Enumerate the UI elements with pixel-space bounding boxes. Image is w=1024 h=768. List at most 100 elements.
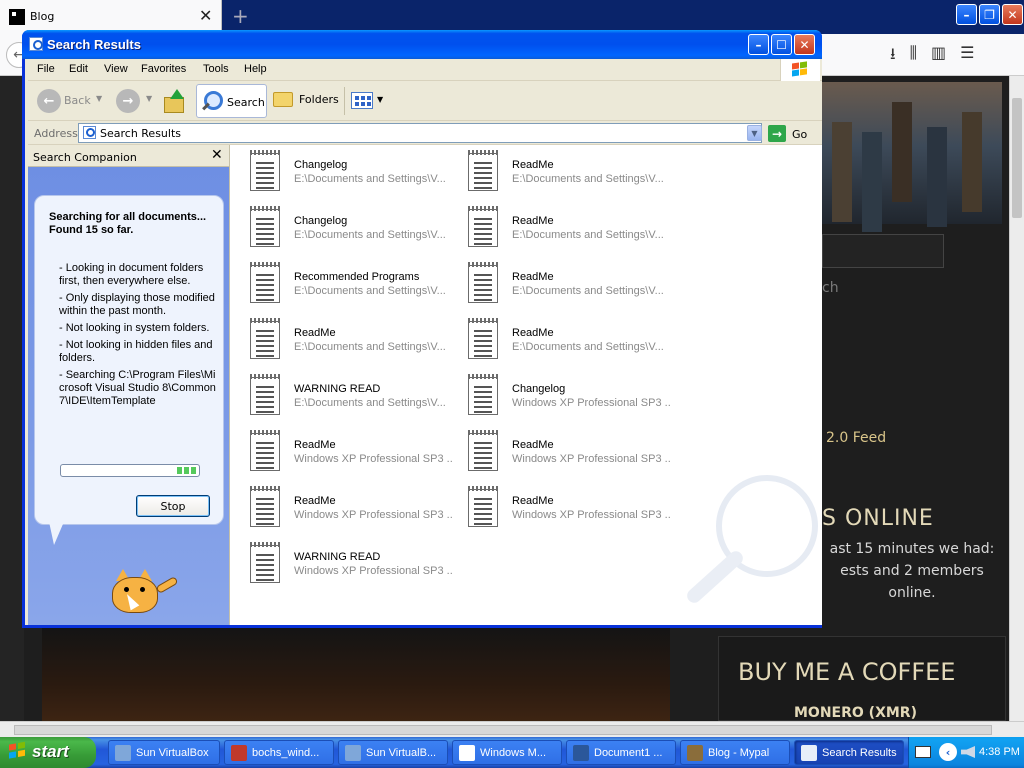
- result-item[interactable]: Changelog E:\Documents and Settings\V...: [240, 205, 455, 251]
- window-title: Search Results: [47, 37, 141, 52]
- text-document-icon: [250, 542, 280, 583]
- go-button-label[interactable]: Go: [792, 128, 807, 141]
- menu-edit[interactable]: Edit: [69, 63, 88, 75]
- start-button[interactable]: start: [0, 737, 96, 768]
- taskbar-button[interactable]: Document1 ...: [566, 740, 676, 765]
- result-item[interactable]: Changelog Windows XP Professional SP3 ...: [458, 373, 673, 419]
- result-item[interactable]: ReadMe E:\Documents and Settings\V...: [458, 205, 673, 251]
- result-item[interactable]: ReadMe E:\Documents and Settings\V...: [458, 261, 673, 307]
- address-input[interactable]: Search Results ▼: [78, 123, 762, 143]
- browser-horizontal-scrollbar[interactable]: [0, 721, 1024, 737]
- back-button-label[interactable]: Back: [64, 94, 91, 107]
- search-status-bubble: Searching for all documents... Found 15 …: [34, 195, 224, 525]
- folders-icon[interactable]: [273, 92, 293, 107]
- blog-search-button[interactable]: ch: [822, 280, 839, 296]
- result-item[interactable]: ReadMe E:\Documents and Settings\V...: [240, 317, 455, 363]
- start-button-label: start: [32, 742, 69, 761]
- close-icon[interactable]: ✕: [211, 147, 223, 163]
- blog-feed-link[interactable]: 2.0 Feed: [826, 430, 886, 446]
- library-icon[interactable]: ⫼: [910, 43, 917, 70]
- minimize-button[interactable]: –: [748, 34, 769, 55]
- tray-expand-icon[interactable]: ‹: [939, 743, 957, 761]
- sidebar-icon[interactable]: ▥: [931, 43, 946, 70]
- result-item[interactable]: Changelog E:\Documents and Settings\V...: [240, 149, 455, 195]
- maximize-button[interactable]: ☐: [771, 34, 792, 55]
- new-tab-button[interactable]: +: [232, 4, 249, 28]
- browser-minimize-button[interactable]: –: [956, 4, 977, 25]
- tab-close-icon[interactable]: ✕: [199, 6, 212, 25]
- up-folder-icon[interactable]: [162, 89, 186, 113]
- result-path: E:\Documents and Settings\V...: [294, 173, 446, 185]
- address-dropdown-icon[interactable]: ▼: [747, 125, 762, 141]
- status-note: - Searching C:\Program Files\Microsoft V…: [59, 369, 216, 407]
- progress-fill: [177, 467, 197, 474]
- folders-button-label[interactable]: Folders: [299, 93, 339, 106]
- window-controls: – ☐ ✕: [748, 34, 815, 55]
- blog-header-image: [822, 82, 1002, 224]
- result-path: Windows XP Professional SP3 ...: [294, 509, 452, 521]
- search-assistant-cat[interactable]: [90, 563, 180, 619]
- menu-view[interactable]: View: [104, 63, 128, 75]
- blog-online-text: ast 15 minutes we had: ests and 2 member…: [829, 541, 995, 601]
- result-item[interactable]: WARNING READ E:\Documents and Settings\V.…: [240, 373, 455, 419]
- blog-online-heading: S ONLINE: [822, 506, 934, 531]
- clock[interactable]: 4:38 PM: [979, 746, 1020, 758]
- menu-file[interactable]: File: [37, 63, 55, 75]
- taskbar-button[interactable]: Search Results: [794, 740, 904, 765]
- result-item[interactable]: ReadMe Windows XP Professional SP3 ...: [458, 429, 673, 475]
- window-title-bar[interactable]: Search Results – ☐ ✕: [22, 30, 822, 59]
- result-item[interactable]: ReadMe Windows XP Professional SP3 ...: [458, 485, 673, 531]
- scrollbar-thumb[interactable]: [14, 725, 992, 735]
- result-item[interactable]: WARNING READ Windows XP Professional SP3 …: [240, 541, 455, 587]
- blog-search-input[interactable]: [822, 234, 944, 268]
- close-button[interactable]: ✕: [794, 34, 815, 55]
- search-button[interactable]: Search: [196, 84, 267, 118]
- text-document-icon: [468, 318, 498, 359]
- views-icon[interactable]: [351, 92, 373, 109]
- forward-dropdown-icon[interactable]: ▼: [146, 94, 152, 103]
- browser-close-button[interactable]: ✕: [1002, 4, 1023, 25]
- menu-tools[interactable]: Tools: [203, 63, 229, 75]
- browser-tab-blog[interactable]: Blog ✕: [0, 0, 222, 34]
- back-dropdown-icon[interactable]: ▼: [96, 94, 102, 103]
- result-name: Changelog: [294, 215, 348, 227]
- scrollbar-thumb[interactable]: [1012, 98, 1022, 218]
- taskbar-button[interactable]: Sun VirtualBox: [108, 740, 220, 765]
- browser-window-controls: – ❐ ✕: [956, 4, 1023, 28]
- result-name: Changelog: [512, 383, 566, 395]
- result-path: Windows XP Professional SP3 ...: [294, 565, 452, 577]
- address-bar: Address Search Results ▼ → Go: [28, 121, 822, 145]
- taskbar-button[interactable]: bochs_wind...: [224, 740, 334, 765]
- browser-restore-button[interactable]: ❐: [979, 4, 1000, 25]
- download-icon[interactable]: ⭳: [890, 43, 896, 70]
- menu-help[interactable]: Help: [244, 63, 267, 75]
- go-arrow-icon[interactable]: →: [768, 125, 786, 142]
- text-document-icon: [250, 150, 280, 191]
- blog-monero-label: MONERO (XMR): [794, 705, 917, 721]
- taskbar-button-label: Sun VirtualB...: [366, 746, 437, 759]
- result-item[interactable]: ReadMe E:\Documents and Settings\V...: [458, 149, 673, 195]
- back-arrow-icon[interactable]: ←: [37, 89, 61, 113]
- taskbar-button[interactable]: Blog - Mypal: [680, 740, 790, 765]
- result-item[interactable]: Recommended Programs E:\Documents and Set…: [240, 261, 455, 307]
- volume-icon[interactable]: [961, 746, 975, 758]
- search-window-icon: [29, 37, 43, 51]
- forward-arrow-icon[interactable]: →: [116, 89, 140, 113]
- menu-favorites[interactable]: Favorites: [141, 63, 186, 75]
- result-item[interactable]: ReadMe Windows XP Professional SP3 ...: [240, 485, 455, 531]
- blog-coffee-heading: BUY ME A COFFEE: [738, 658, 956, 686]
- taskbar-button-label: bochs_wind...: [252, 746, 320, 759]
- taskbar-button[interactable]: Windows M...: [452, 740, 562, 765]
- result-item[interactable]: ReadMe Windows XP Professional SP3 ...: [240, 429, 455, 475]
- search-progress-bar: [60, 464, 200, 477]
- menu-icon[interactable]: ☰: [960, 43, 974, 70]
- browser-vertical-scrollbar[interactable]: [1009, 76, 1024, 721]
- result-name: ReadMe: [512, 215, 554, 227]
- result-item[interactable]: ReadMe E:\Documents and Settings\V...: [458, 317, 673, 363]
- result-name: ReadMe: [512, 271, 554, 283]
- system-tray: ‹ 4:38 PM: [908, 737, 1024, 768]
- stop-button[interactable]: Stop: [136, 495, 210, 517]
- taskbar-button[interactable]: Sun VirtualB...: [338, 740, 448, 765]
- keyboard-icon[interactable]: [915, 746, 931, 758]
- views-dropdown-icon[interactable]: ▼: [377, 95, 383, 104]
